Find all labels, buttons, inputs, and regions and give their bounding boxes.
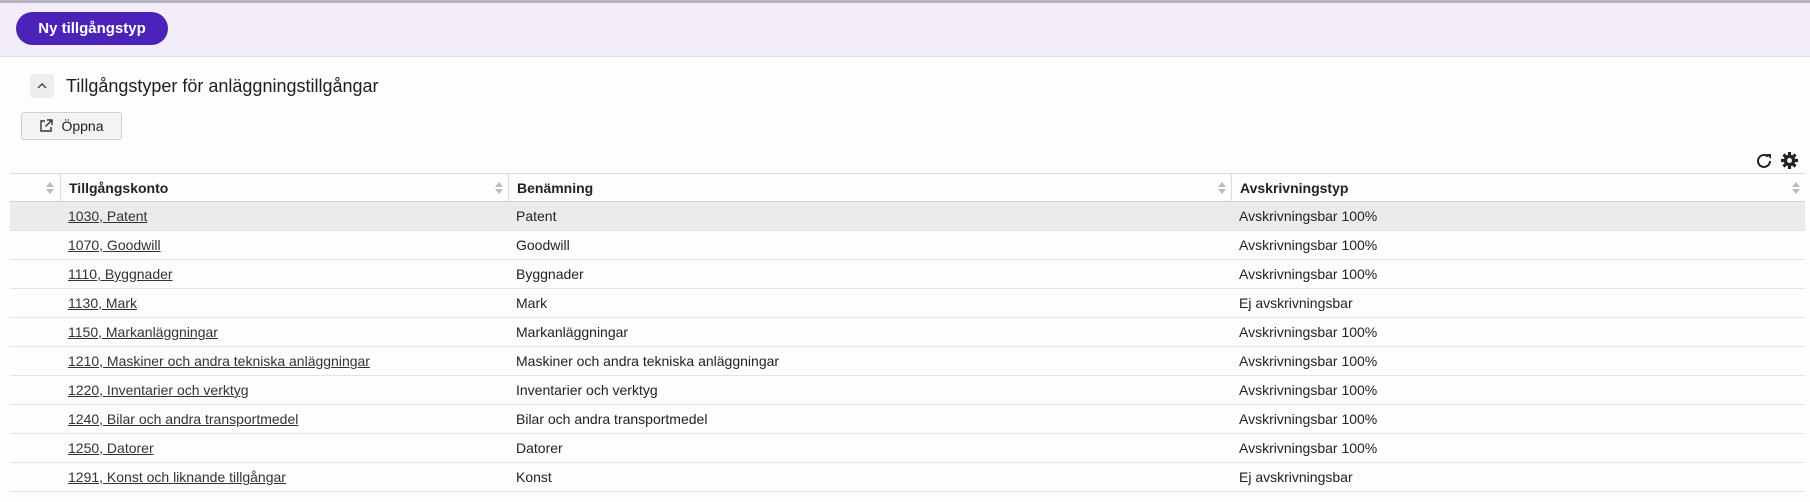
depreciation-type-cell: Ej avskrivningsbar (1239, 295, 1353, 311)
table-row[interactable]: 1240, Bilar och andra transportmedel Bil… (10, 405, 1805, 434)
depreciation-type-cell: Avskrivningsbar 100% (1239, 324, 1378, 340)
open-button-label: Öppna (61, 118, 104, 134)
account-link[interactable]: 1210, Maskiner och andra tekniska anlägg… (68, 353, 370, 369)
column-header-account[interactable]: Tillgångskonto (60, 174, 508, 202)
section-title: Tillgångstyper för anläggningstillgångar (66, 75, 379, 96)
depreciation-type-cell: Avskrivningsbar 100% (1239, 382, 1378, 398)
name-cell: Goodwill (516, 237, 570, 253)
depreciation-type-cell: Avskrivningsbar 100% (1239, 208, 1378, 224)
account-link[interactable]: 1030, Patent (68, 208, 147, 224)
account-link[interactable]: 1110, Byggnader (68, 266, 173, 282)
external-link-icon (40, 119, 54, 132)
table-row[interactable]: 1291, Konst och liknande tillgångar Kons… (10, 463, 1805, 492)
name-cell: Maskiner och andra tekniska anläggningar (516, 353, 780, 369)
table-row[interactable]: 1150, Markanläggningar Markanläggningar … (10, 318, 1805, 347)
gear-icon[interactable] (1780, 151, 1799, 170)
column-header-depreciation-type[interactable]: Avskrivningstyp (1231, 174, 1805, 202)
account-link[interactable]: 1070, Goodwill (68, 237, 161, 253)
account-link[interactable]: 1250, Datorer (68, 440, 154, 456)
open-button[interactable]: Öppna (21, 112, 122, 140)
depreciation-type-cell: Avskrivningsbar 100% (1239, 353, 1378, 369)
table-row[interactable]: 1070, Goodwill Goodwill Avskrivningsbar … (10, 231, 1805, 260)
new-asset-type-button[interactable]: Ny tillgångstyp (16, 12, 168, 45)
account-link[interactable]: 1130, Mark (68, 295, 137, 311)
depreciation-type-cell: Avskrivningsbar 100% (1239, 237, 1378, 253)
depreciation-type-cell: Avskrivningsbar 100% (1239, 411, 1378, 427)
name-cell: Mark (516, 295, 548, 311)
table-row[interactable]: 1110, Byggnader Byggnader Avskrivningsba… (10, 260, 1805, 289)
refresh-icon[interactable] (1755, 152, 1773, 170)
sort-icon (1792, 182, 1800, 194)
top-toolbar: Ny tillgångstyp (0, 0, 1810, 57)
select-column-header[interactable] (10, 174, 60, 202)
table-row[interactable]: 1220, Inventarier och verktyg Inventarie… (10, 376, 1805, 405)
account-link[interactable]: 1240, Bilar och andra transportmedel (68, 411, 298, 427)
depreciation-type-cell: Avskrivningsbar 100% (1239, 266, 1378, 282)
table-row[interactable]: 1250, Datorer Datorer Avskrivningsbar 10… (10, 434, 1805, 463)
name-cell: Inventarier och verktyg (516, 382, 658, 398)
name-cell: Patent (516, 208, 557, 224)
sort-icon (495, 182, 503, 194)
name-cell: Byggnader (516, 266, 584, 282)
table-row[interactable]: 1130, Mark Mark Ej avskrivningsbar (10, 289, 1805, 318)
table-header: Tillgångskonto Benämning Avskrivningstyp (10, 173, 1805, 202)
account-link[interactable]: 1150, Markanläggningar (68, 324, 218, 340)
column-header-name[interactable]: Benämning (508, 174, 1231, 202)
name-cell: Bilar och andra transportmedel (516, 411, 708, 427)
account-link[interactable]: 1220, Inventarier och verktyg (68, 382, 249, 398)
name-cell: Konst (516, 469, 552, 485)
name-cell: Datorer (516, 440, 563, 456)
section-header: Tillgångstyper för anläggningstillgångar (30, 74, 379, 98)
account-link[interactable]: 1291, Konst och liknande tillgångar (68, 469, 286, 485)
sort-icon (1218, 182, 1226, 194)
name-cell: Markanläggningar (516, 324, 629, 340)
sort-icon (46, 182, 54, 194)
collapse-section-button[interactable] (30, 74, 54, 98)
table-row[interactable]: 1030, Patent Patent Avskrivningsbar 100% (10, 202, 1805, 231)
asset-types-table: Tillgångskonto Benämning Avskrivningstyp… (10, 173, 1805, 492)
depreciation-type-cell: Ej avskrivningsbar (1239, 469, 1353, 485)
depreciation-type-cell: Avskrivningsbar 100% (1239, 440, 1378, 456)
table-row[interactable]: 1210, Maskiner och andra tekniska anlägg… (10, 347, 1805, 376)
chevron-up-icon (37, 83, 47, 89)
